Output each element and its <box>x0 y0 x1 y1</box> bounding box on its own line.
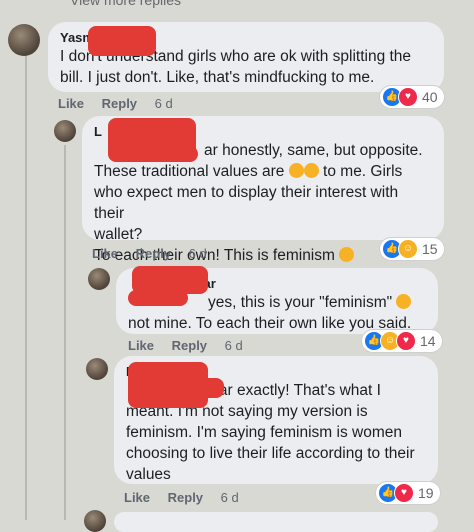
emoji-icon <box>339 247 355 262</box>
emoji-icon <box>303 163 319 178</box>
timestamp[interactable]: 6 d <box>225 338 243 353</box>
emoji-icon <box>396 294 412 309</box>
comment-text: feminism. I'm saying feminism is women <box>126 424 402 441</box>
reaction-count: 40 <box>422 89 438 105</box>
comment-text: values <box>126 466 171 483</box>
reaction-count: 14 <box>420 333 436 349</box>
reply-button[interactable]: Reply <box>102 96 137 111</box>
like-button[interactable]: Like <box>124 490 150 505</box>
reaction-summary[interactable]: 👍 ☺ 15 <box>380 238 444 260</box>
avatar[interactable] <box>84 510 106 532</box>
love-reaction-icon: ♥ <box>396 331 416 351</box>
reply-button[interactable]: Reply <box>168 490 203 505</box>
reaction-summary[interactable]: 👍 ♥ 40 <box>380 86 444 108</box>
like-button[interactable]: Like <box>128 338 154 353</box>
avatar[interactable] <box>8 24 40 56</box>
reaction-count: 19 <box>418 485 434 501</box>
reaction-summary[interactable]: 👍 ☺ ♥ 14 <box>362 330 442 352</box>
avatar[interactable] <box>54 120 76 142</box>
avatar[interactable] <box>88 268 110 290</box>
thread-line <box>25 50 27 520</box>
reaction-summary[interactable]: 👍 ♥ 19 <box>376 482 440 504</box>
haha-reaction-icon: ☺ <box>398 239 418 259</box>
comment-actions: Like Reply 6 d <box>124 490 253 505</box>
like-button[interactable]: Like <box>92 246 118 261</box>
timestamp[interactable]: 6 d <box>189 246 207 261</box>
comment-actions: Like Reply 6 d <box>92 246 221 261</box>
avatar[interactable] <box>86 358 108 380</box>
comment-bubble <box>114 512 438 532</box>
emoji-icon <box>288 163 304 178</box>
comment-text: who expect men to display their interest… <box>94 184 399 222</box>
timestamp[interactable]: 6 d <box>221 490 239 505</box>
love-reaction-icon: ♥ <box>394 483 414 503</box>
view-more-replies-link[interactable]: View more replies <box>70 0 181 8</box>
comment-text: These traditional values are to me. Girl… <box>94 163 403 180</box>
reaction-count: 15 <box>422 241 438 257</box>
comment-actions: Like Reply 6 d <box>58 96 187 111</box>
timestamp[interactable]: 6 d <box>155 96 173 111</box>
reply-button[interactable]: Reply <box>172 338 207 353</box>
love-reaction-icon: ♥ <box>398 87 418 107</box>
thread-line <box>64 145 66 520</box>
redaction-mark <box>128 146 198 162</box>
redaction-mark <box>128 290 188 306</box>
like-button[interactable]: Like <box>58 96 84 111</box>
comment-actions: Like Reply 6 d <box>128 338 257 353</box>
redaction-mark <box>190 378 224 398</box>
comment-text: choosing to live their life according to… <box>126 445 415 462</box>
reply-button[interactable]: Reply <box>136 246 171 261</box>
redaction-mark <box>88 26 156 56</box>
